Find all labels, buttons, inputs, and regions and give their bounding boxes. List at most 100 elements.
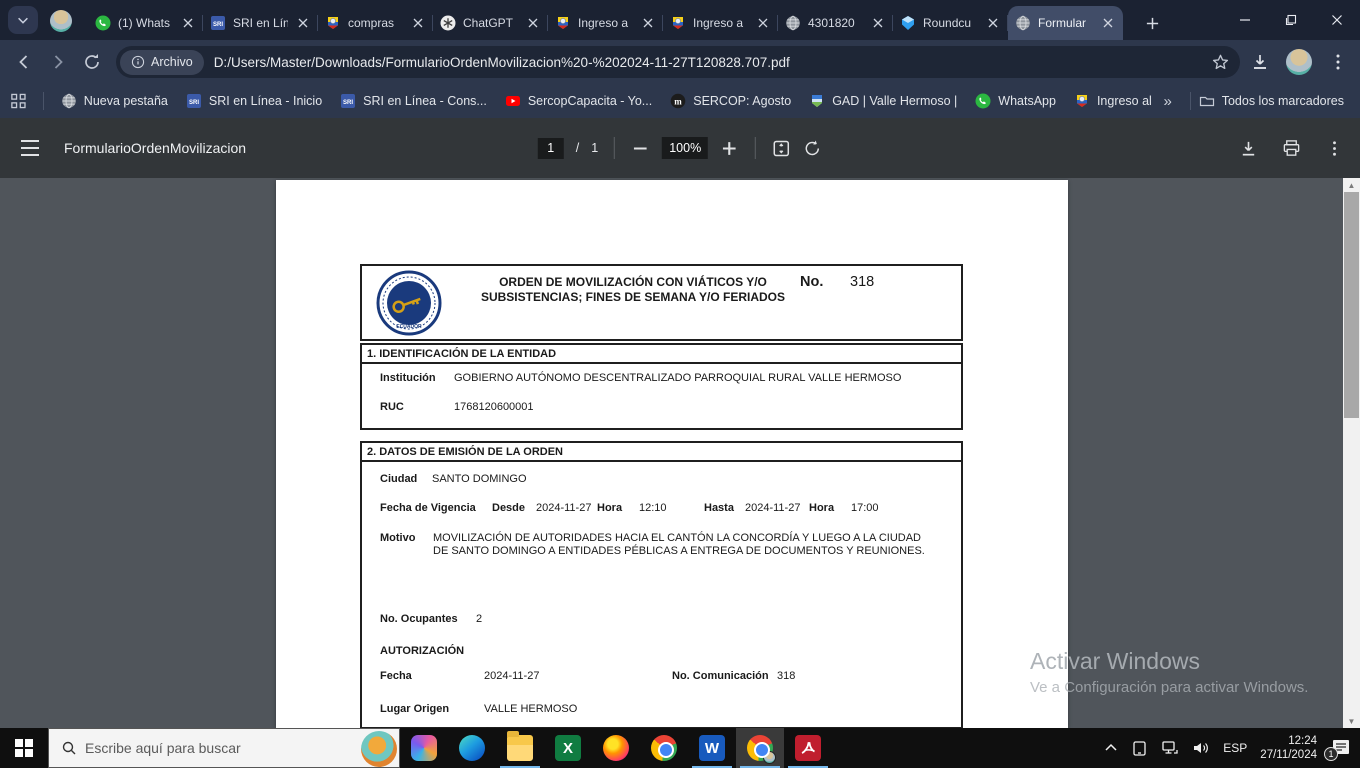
volume-icon[interactable] xyxy=(1192,739,1210,757)
bookmark-item[interactable]: SRI SRI en Línea - Inicio xyxy=(177,89,331,113)
address-bar[interactable]: Archivo D:/Users/Master/Downloads/Formul… xyxy=(116,46,1240,78)
tab[interactable]: SRI SRI en Lín xyxy=(203,6,318,40)
minimize-icon xyxy=(1240,19,1250,21)
bookmark-item[interactable]: Nueva pestaña xyxy=(52,89,177,113)
bookmark-label: SRI en Línea - Cons... xyxy=(363,94,487,108)
avatar[interactable] xyxy=(1286,49,1312,75)
bookmarks-bar: Nueva pestaña SRI SRI en Línea - Inicio SRI… xyxy=(0,84,1360,118)
word-taskbar-button[interactable]: W xyxy=(688,728,736,768)
file-scheme-chip[interactable]: Archivo xyxy=(120,49,204,75)
close-tab-icon[interactable] xyxy=(180,15,196,31)
all-bookmarks-button[interactable]: Todos los marcadores xyxy=(1199,93,1350,109)
page-number-input[interactable]: 1 xyxy=(537,137,564,159)
download-pdf-icon[interactable] xyxy=(1239,139,1258,158)
chrome-taskbar-button[interactable] xyxy=(640,728,688,768)
tablet-device-icon[interactable] xyxy=(1131,740,1148,757)
minimize-button[interactable] xyxy=(1222,0,1268,40)
bookmark-star-icon[interactable] xyxy=(1211,53,1230,72)
widgets-weather-icon[interactable] xyxy=(361,731,397,767)
acrobat-taskbar-button[interactable] xyxy=(784,728,832,768)
tab[interactable]: 4301820 xyxy=(778,6,893,40)
file-explorer-taskbar-button[interactable] xyxy=(496,728,544,768)
bookmark-item[interactable]: SercopCapacita - Yo... xyxy=(496,89,661,113)
tray-expand-icon[interactable] xyxy=(1104,741,1118,755)
excel-taskbar-button[interactable]: X xyxy=(544,728,592,768)
close-tab-icon[interactable] xyxy=(755,15,771,31)
zoom-level[interactable]: 100% xyxy=(662,137,709,159)
bookmark-item[interactable]: SRI SRI en Línea - Cons... xyxy=(331,89,496,113)
firefox-icon xyxy=(603,735,629,761)
order-no-value: 318 xyxy=(850,274,875,290)
tab[interactable]: (1) Whats xyxy=(88,6,203,40)
scrollbar-thumb[interactable] xyxy=(1344,192,1359,418)
bookmark-item[interactable]: GAD | Valle Hermoso | xyxy=(800,89,966,113)
pdf-page-controls: 1 / 1 100% xyxy=(537,118,822,178)
close-tab-icon[interactable] xyxy=(640,15,656,31)
activate-windows-watermark: Activar Windows Ve a Configuración para … xyxy=(1030,648,1308,696)
close-icon xyxy=(1332,15,1342,25)
close-tab-icon[interactable] xyxy=(985,15,1001,31)
scroll-up-icon[interactable]: ▲ xyxy=(1343,178,1360,192)
fit-to-page-button[interactable] xyxy=(772,139,791,158)
ocupantes-label: No. Ocupantes xyxy=(380,613,458,625)
pdf-viewer[interactable]: ECUADOR ORDEN DE MOVILIZACIÓN CON VIÁTIC… xyxy=(0,178,1360,728)
scrollbar[interactable]: ▲ ▼ xyxy=(1343,178,1360,728)
hasta-fecha: 2024-11-27 xyxy=(745,502,801,514)
notification-center-button[interactable]: 1 xyxy=(1324,737,1352,761)
tab[interactable]: Roundcu xyxy=(893,6,1008,40)
copilot-taskbar-button[interactable] xyxy=(400,728,448,768)
browser-menu-icon[interactable] xyxy=(1328,52,1348,72)
tab[interactable]: Ingreso a xyxy=(548,6,663,40)
new-tab-button[interactable] xyxy=(1138,9,1166,37)
reload-button[interactable] xyxy=(82,52,102,72)
close-tab-icon[interactable] xyxy=(870,15,886,31)
maximize-button[interactable] xyxy=(1268,0,1314,40)
tab[interactable]: compras xyxy=(318,6,433,40)
navigation-bar: Archivo D:/Users/Master/Downloads/Formul… xyxy=(0,40,1360,84)
bookmark-label: SercopCapacita - Yo... xyxy=(527,94,653,108)
chatgpt-icon xyxy=(440,15,456,31)
start-button[interactable] xyxy=(0,728,48,768)
rotate-button[interactable] xyxy=(803,139,822,158)
tab[interactable]: Ingreso a xyxy=(663,6,778,40)
close-window-button[interactable] xyxy=(1314,0,1360,40)
tab-search-button[interactable] xyxy=(8,6,38,34)
taskbar-search[interactable]: Escribe aquí para buscar xyxy=(48,728,400,768)
browser-profile-icon[interactable] xyxy=(50,10,72,32)
close-tab-icon[interactable] xyxy=(1100,15,1116,31)
pdf-menu-icon[interactable] xyxy=(20,139,40,157)
comunicacion-value: 318 xyxy=(777,670,796,682)
close-tab-icon[interactable] xyxy=(295,15,311,31)
downloads-icon[interactable] xyxy=(1250,52,1270,72)
close-tab-icon[interactable] xyxy=(525,15,541,31)
zoom-out-button[interactable] xyxy=(631,139,650,158)
chrome-profile-icon xyxy=(747,735,776,764)
chrome-profile-taskbar-button[interactable] xyxy=(736,728,784,768)
language-indicator[interactable]: ESP xyxy=(1223,741,1247,755)
edge-taskbar-button[interactable] xyxy=(448,728,496,768)
pdf-document-title: FormularioOrdenMovilizacion xyxy=(64,140,247,156)
tab-title: 4301820 xyxy=(808,16,855,30)
ruc-label: RUC xyxy=(380,401,404,413)
print-icon[interactable] xyxy=(1282,139,1301,158)
forward-button[interactable] xyxy=(48,52,68,72)
bookmarks-overflow-button[interactable]: » xyxy=(1153,93,1181,110)
gad-crest-icon xyxy=(809,93,825,109)
pdf-more-menu-icon[interactable] xyxy=(1325,139,1344,158)
clock[interactable]: 12:24 27/11/2024 xyxy=(1260,734,1317,762)
apps-grid-icon[interactable] xyxy=(10,92,27,110)
close-tab-icon[interactable] xyxy=(410,15,426,31)
info-icon xyxy=(131,55,145,69)
firefox-taskbar-button[interactable] xyxy=(592,728,640,768)
bookmark-item[interactable]: WhatsApp xyxy=(966,89,1065,113)
scroll-down-icon[interactable]: ▼ xyxy=(1343,714,1360,728)
tab-active[interactable]: Formular xyxy=(1008,6,1123,40)
network-icon[interactable] xyxy=(1161,739,1179,757)
tab[interactable]: ChatGPT xyxy=(433,6,548,40)
url-text[interactable]: D:/Users/Master/Downloads/FormularioOrde… xyxy=(214,55,1211,70)
back-button[interactable] xyxy=(14,52,34,72)
zoom-in-button[interactable] xyxy=(720,139,739,158)
bookmark-item[interactable]: Ingreso al Sistema -... xyxy=(1065,89,1153,113)
hasta-label: Hasta xyxy=(704,502,734,514)
bookmark-item[interactable]: m SERCOP: Agosto xyxy=(661,89,800,113)
